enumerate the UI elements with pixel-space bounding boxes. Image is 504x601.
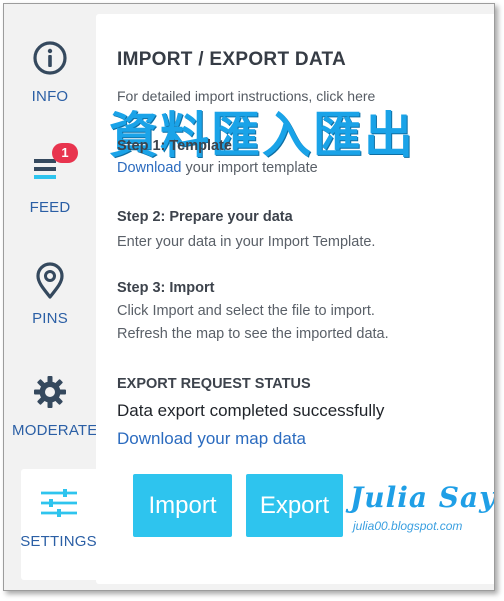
step-1-title: Step 1: Template [117,138,232,154]
import-button[interactable]: Import [133,474,232,537]
info-icon [32,40,68,81]
sidebar-item-label: FEED [29,199,71,216]
step-3-text: Click Import and select the file to impo… [117,303,375,319]
sidebar-item-pins[interactable]: PINS [4,238,96,334]
settings-panel: IMPORT / EXPORT DATA For detailed import… [96,14,495,584]
sidebar-item-label: INFO [31,88,69,105]
sidebar: INFO FEED 1 PINS MODERATE SETTINGS [4,4,98,590]
step-1-description: your import template [181,160,318,176]
sidebar-item-info[interactable]: INFO [4,16,96,112]
download-map-data-link[interactable]: Download your map data [117,429,306,449]
export-status-heading: EXPORT REQUEST STATUS [117,376,311,392]
app-window: INFO FEED 1 PINS MODERATE SETTINGS IMPOR… [3,3,495,591]
watermark-subtitle: julia00.blogspot.com [353,519,463,533]
overlay-caption: 資料匯入匯出 [109,109,416,163]
export-button[interactable]: Export [246,474,343,537]
step-2-text: Enter your data in your Import Template. [117,234,376,250]
sidebar-item-label: MODERATE [12,422,98,439]
sidebar-item-feed[interactable]: FEED [4,127,96,223]
sidebar-item-label: SETTINGS [20,533,97,550]
step-2-title: Step 2: Prepare your data [117,209,293,225]
export-status-text: Data export completed successfully [117,401,385,420]
notification-badge: 1 [52,143,78,163]
sidebar-item-moderate[interactable]: MODERATE [4,350,98,446]
sidebar-item-settings[interactable]: SETTINGS [20,469,97,580]
step-3-title: Step 3: Import [117,280,215,296]
step-1-text: Download your import template [117,160,318,176]
download-template-link[interactable]: Download [117,160,182,176]
map-pin-icon [32,262,68,305]
gear-icon [32,374,68,415]
page-title: IMPORT / EXPORT DATA [117,49,347,70]
sidebar-item-label: PINS [32,310,68,327]
watermark-title: Julia Says [350,481,495,514]
sliders-icon [39,485,79,526]
step-3-text-2: Refresh the map to see the imported data… [117,326,389,342]
